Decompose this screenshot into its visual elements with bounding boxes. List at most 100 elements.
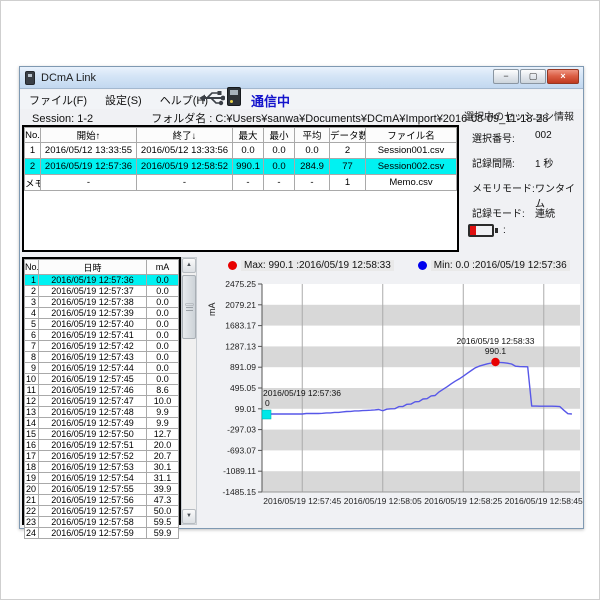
measurement-cell-ma[interactable]: 0.0 xyxy=(147,352,179,363)
measurement-cell-ma[interactable]: 0.0 xyxy=(147,297,179,308)
session-cell-avg[interactable]: 0.0 xyxy=(295,143,330,159)
measurement-table-scrollbar[interactable]: ▲ ▼ xyxy=(181,257,197,525)
measurement-row[interactable]: 102016/05/19 12:57:450.0 xyxy=(25,374,179,385)
measurement-cell-ma[interactable]: 31.1 xyxy=(147,473,179,484)
measurement-row[interactable]: 172016/05/19 12:57:5220.7 xyxy=(25,451,179,462)
measurement-cell-ma[interactable]: 10.0 xyxy=(147,396,179,407)
measurement-cell-ma[interactable]: 59.9 xyxy=(147,528,179,539)
measurement-cell-no[interactable]: 23 xyxy=(25,517,39,528)
measurement-cell-datetime[interactable]: 2016/05/19 12:57:54 xyxy=(39,473,147,484)
session-cell-min[interactable]: - xyxy=(264,175,295,191)
session-cell-avg[interactable]: - xyxy=(295,175,330,191)
measurement-cell-no[interactable]: 11 xyxy=(25,385,39,396)
measurement-cell-ma[interactable]: 9.9 xyxy=(147,407,179,418)
session-cell-no[interactable]: 1 xyxy=(25,143,41,159)
session-cell-min[interactable]: 0.0 xyxy=(264,143,295,159)
measurement-cell-ma[interactable]: 0.0 xyxy=(147,319,179,330)
session-cell-max[interactable]: 990.1 xyxy=(233,159,264,175)
measurement-row[interactable]: 162016/05/19 12:57:5120.0 xyxy=(25,440,179,451)
measurement-row[interactable]: 242016/05/19 12:57:5959.9 xyxy=(25,528,179,539)
session-cell-end[interactable]: - xyxy=(137,175,233,191)
menu-settings[interactable]: 設定(S) xyxy=(96,90,151,110)
session-cell-no[interactable]: 2 xyxy=(25,159,41,175)
measurement-cell-no[interactable]: 6 xyxy=(25,330,39,341)
measurement-cell-ma[interactable]: 0.0 xyxy=(147,363,179,374)
menu-file[interactable]: ファイル(F) xyxy=(20,90,96,110)
measurement-row[interactable]: 132016/05/19 12:57:489.9 xyxy=(25,407,179,418)
measurement-cell-datetime[interactable]: 2016/05/19 12:57:55 xyxy=(39,484,147,495)
scroll-thumb[interactable] xyxy=(182,275,196,339)
measurement-cell-ma[interactable]: 39.9 xyxy=(147,484,179,495)
measurement-cell-datetime[interactable]: 2016/05/19 12:57:57 xyxy=(39,506,147,517)
maximize-button[interactable]: ▢ xyxy=(520,69,546,84)
measurement-row[interactable]: 52016/05/19 12:57:400.0 xyxy=(25,319,179,330)
measurement-cell-no[interactable]: 10 xyxy=(25,374,39,385)
measurement-cell-datetime[interactable]: 2016/05/19 12:57:36 xyxy=(39,275,147,286)
session-cell-min[interactable]: 0.0 xyxy=(264,159,295,175)
session-cell-start[interactable]: 2016/05/19 12:57:36 xyxy=(41,159,137,175)
measurement-cell-datetime[interactable]: 2016/05/19 12:57:52 xyxy=(39,451,147,462)
session-column-header[interactable]: 終了↓ xyxy=(137,128,233,143)
measurement-row[interactable]: 42016/05/19 12:57:390.0 xyxy=(25,308,179,319)
measurement-cell-datetime[interactable]: 2016/05/19 12:57:40 xyxy=(39,319,147,330)
session-row[interactable]: 22016/05/19 12:57:362016/05/19 12:58:529… xyxy=(25,159,457,175)
measurement-row[interactable]: 192016/05/19 12:57:5431.1 xyxy=(25,473,179,484)
scroll-up-button[interactable]: ▲ xyxy=(182,258,196,273)
measurement-cell-no[interactable]: 24 xyxy=(25,528,39,539)
measurement-cell-datetime[interactable]: 2016/05/19 12:57:51 xyxy=(39,440,147,451)
title-bar[interactable]: DCmA Link − ▢ × xyxy=(20,67,583,89)
measurement-row[interactable]: 32016/05/19 12:57:380.0 xyxy=(25,297,179,308)
measurement-cell-no[interactable]: 4 xyxy=(25,308,39,319)
measurement-cell-no[interactable]: 13 xyxy=(25,407,39,418)
session-cell-count[interactable]: 1 xyxy=(330,175,366,191)
session-cell-start[interactable]: - xyxy=(41,175,137,191)
session-cell-file[interactable]: Session002.csv xyxy=(366,159,457,175)
measurement-row[interactable]: 72016/05/19 12:57:420.0 xyxy=(25,341,179,352)
measurement-cell-datetime[interactable]: 2016/05/19 12:57:38 xyxy=(39,297,147,308)
session-column-header[interactable]: 平均 xyxy=(295,128,330,143)
measurement-cell-no[interactable]: 18 xyxy=(25,462,39,473)
session-cell-no[interactable]: メモ xyxy=(25,175,41,191)
measurement-cell-datetime[interactable]: 2016/05/19 12:57:47 xyxy=(39,396,147,407)
measurement-cell-datetime[interactable]: 2016/05/19 12:57:53 xyxy=(39,462,147,473)
session-row[interactable]: メモ-----1Memo.csv xyxy=(25,175,457,191)
measurement-cell-no[interactable]: 7 xyxy=(25,341,39,352)
measurement-row[interactable]: 222016/05/19 12:57:5750.0 xyxy=(25,506,179,517)
measurement-cell-ma[interactable]: 20.7 xyxy=(147,451,179,462)
minimize-button[interactable]: − xyxy=(493,69,519,84)
measurement-cell-ma[interactable]: 0.0 xyxy=(147,374,179,385)
measurement-cell-no[interactable]: 19 xyxy=(25,473,39,484)
session-column-header[interactable]: 最小 xyxy=(264,128,295,143)
measurement-cell-ma[interactable]: 9.9 xyxy=(147,418,179,429)
close-button[interactable]: × xyxy=(547,69,579,84)
session-column-header[interactable]: 最大 xyxy=(233,128,264,143)
measurement-cell-datetime[interactable]: 2016/05/19 12:57:43 xyxy=(39,352,147,363)
measurement-row[interactable]: 142016/05/19 12:57:499.9 xyxy=(25,418,179,429)
measurement-row[interactable]: 122016/05/19 12:57:4710.0 xyxy=(25,396,179,407)
measurement-row[interactable]: 62016/05/19 12:57:410.0 xyxy=(25,330,179,341)
measurement-cell-datetime[interactable]: 2016/05/19 12:57:48 xyxy=(39,407,147,418)
session-column-header[interactable]: No. xyxy=(25,128,41,143)
measurement-row[interactable]: 22016/05/19 12:57:370.0 xyxy=(25,286,179,297)
measurement-cell-ma[interactable]: 8.6 xyxy=(147,385,179,396)
measurement-cell-no[interactable]: 22 xyxy=(25,506,39,517)
session-cell-max[interactable]: - xyxy=(233,175,264,191)
session-cell-file[interactable]: Session001.csv xyxy=(366,143,457,159)
session-column-header[interactable]: データ数 xyxy=(330,128,366,143)
measurement-cell-datetime[interactable]: 2016/05/19 12:57:44 xyxy=(39,363,147,374)
measurement-cell-no[interactable]: 14 xyxy=(25,418,39,429)
session-cell-count[interactable]: 2 xyxy=(330,143,366,159)
measurement-cell-ma[interactable]: 0.0 xyxy=(147,330,179,341)
measurement-row[interactable]: 12016/05/19 12:57:360.0 xyxy=(25,275,179,286)
measurement-cell-no[interactable]: 17 xyxy=(25,451,39,462)
measurement-cell-datetime[interactable]: 2016/05/19 12:57:41 xyxy=(39,330,147,341)
measurement-cell-no[interactable]: 16 xyxy=(25,440,39,451)
measurement-cell-no[interactable]: 5 xyxy=(25,319,39,330)
measurement-cell-no[interactable]: 3 xyxy=(25,297,39,308)
measurement-cell-ma[interactable]: 50.0 xyxy=(147,506,179,517)
measurement-cell-no[interactable]: 9 xyxy=(25,363,39,374)
session-cell-file[interactable]: Memo.csv xyxy=(366,175,457,191)
measurement-cell-datetime[interactable]: 2016/05/19 12:57:39 xyxy=(39,308,147,319)
session-row[interactable]: 12016/05/12 13:33:552016/05/12 13:33:560… xyxy=(25,143,457,159)
measurement-cell-no[interactable]: 21 xyxy=(25,495,39,506)
